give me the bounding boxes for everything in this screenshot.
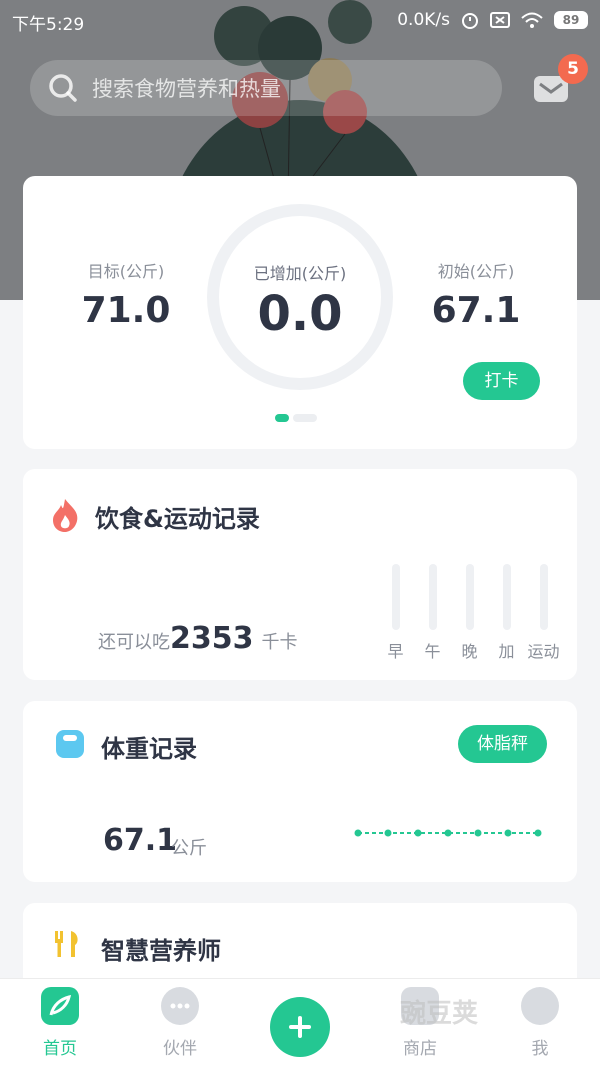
meal-bar-track [391,564,400,630]
target-weight: 目标(公斤) 71.0 [71,258,181,331]
add-record-button[interactable] [270,997,330,1057]
meal-bar-lunch[interactable]: 午 [414,564,451,662]
body-fat-scale-button[interactable]: 体脂秤 [458,725,547,763]
diet-card-title: 饮食&运动记录 [95,505,260,533]
meal-bar-track [465,564,474,630]
meal-bar-dinner[interactable]: 晚 [451,564,488,662]
meal-bar-exercise[interactable]: 运动 [525,564,562,662]
tab-label: 伙伴 [163,1039,197,1059]
cutlery-icon [55,931,78,957]
battery-indicator: 89 [554,11,588,29]
profile-icon [521,987,559,1025]
scale-icon [56,730,84,758]
meal-bars: 早 午 晚 加 运动 [377,564,562,662]
tab-label: 商店 [403,1039,437,1059]
status-time: 下午5:29 [12,15,85,35]
current-weight-unit: 公斤 [171,838,207,859]
target-weight-value: 71.0 [81,290,171,331]
search-bar[interactable]: 搜索食物营养和热量 [30,60,502,116]
meal-bar-label: 加 [498,642,515,661]
initial-weight-label: 初始(公斤) [437,262,515,281]
status-bar: 下午5:29 0.0K/s 89 [0,0,600,42]
page-dot[interactable] [293,414,317,422]
calories-remaining-label: 还可以吃 [98,632,170,653]
plus-icon [289,1016,311,1038]
meal-bar-label: 早 [387,642,404,661]
meal-bar-label: 运动 [527,642,560,661]
meal-bar-label: 午 [424,642,441,661]
target-weight-label: 目标(公斤) [87,262,165,281]
watermark: 豌豆荚 [400,999,479,1029]
network-speed: 0.0K/s [397,10,450,30]
increased-weight-value: 0.0 [257,286,343,342]
diet-exercise-card[interactable]: 饮食&运动记录 还可以吃2353 千卡 早 午 晚 加 运动 [23,469,577,680]
calories-unit: 千卡 [261,632,298,653]
home-leaf-icon [41,987,79,1025]
meal-bar-track [502,564,511,630]
tab-profile[interactable]: 我 [490,987,590,1059]
nutritionist-card-title: 智慧营养师 [101,937,221,965]
weight-trend-line [354,829,542,837]
weight-record-card[interactable]: 体重记录 体脂秤 67.1 公斤 [23,701,577,882]
meal-bar-breakfast[interactable]: 早 [377,564,414,662]
search-placeholder: 搜索食物营养和热量 [92,77,281,101]
calories-remaining: 还可以吃2353 千卡 [98,621,298,656]
alarm-icon [462,13,478,29]
tab-partner[interactable]: 伙伴 [130,987,230,1059]
message-count-badge: 5 [558,54,588,84]
tab-label: 首页 [43,1039,77,1059]
checkin-button[interactable]: 打卡 [463,362,540,400]
meal-bar-track [428,564,437,630]
bottom-tab-bar: 首页 伙伴 商店 我 豌豆荚 [0,978,600,1066]
meal-bar-label: 晚 [461,642,478,661]
current-weight-value: 67.1 [103,823,178,858]
weight-summary-card: 目标(公斤) 71.0 已增加(公斤) 0.0 初始(公斤) 67.1 打卡 [23,176,577,449]
search-icon [49,74,77,102]
weight-card-title: 体重记录 [101,735,197,763]
page-indicator[interactable] [275,414,317,422]
sim-icon [490,12,510,28]
initial-weight-value: 67.1 [431,290,521,331]
calories-remaining-value: 2353 [170,621,254,656]
increased-weight: 已增加(公斤) 0.0 [207,260,393,342]
chat-icon [161,987,199,1025]
tab-home[interactable]: 首页 [10,987,110,1059]
page-dot-active[interactable] [275,414,289,422]
flame-icon [53,499,78,532]
initial-weight: 初始(公斤) 67.1 [421,258,531,331]
tab-label: 我 [531,1039,549,1059]
wifi-icon [521,12,543,28]
meal-bar-snack[interactable]: 加 [488,564,525,662]
meal-bar-track [539,564,548,630]
increased-weight-label: 已增加(公斤) [253,264,347,283]
